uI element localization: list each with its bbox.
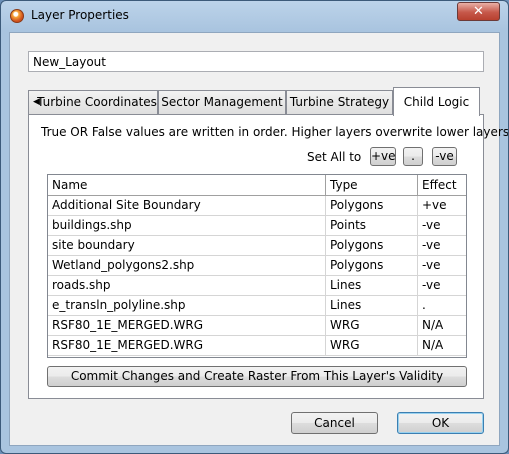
tab-child-logic[interactable]: Child Logic [393,87,480,116]
table-row[interactable]: e_transln_polyline.shp Lines. [48,296,466,316]
layer-type-cell: Points [326,216,418,235]
layer-name-cell: Wetland_polygons2.shp [48,256,326,275]
tab-turbine-strategy[interactable]: Turbine Strategy [286,90,393,115]
layer-name-cell: buildings.shp [48,216,326,235]
table-row[interactable]: RSF80_1E_MERGED.WRG WRG N/A [48,336,466,356]
table-header-row: Name Type Effect [48,175,466,196]
layer-name-cell: RSF80_1E_MERGED.WRG [48,336,326,355]
layer-effect-cell[interactable]: N/A [418,336,466,355]
layer-name-cell: site boundary [48,236,326,255]
layer-type-cell: Lines [326,276,418,295]
layout-name-input[interactable] [28,51,484,72]
table-row[interactable]: site boundary Polygons -ve [48,236,466,256]
layer-table: Name Type Effect Additional Site Boundar… [47,174,467,358]
layer-properties-window: Layer Properties ✕ ◀ Turbine Coordinates… [0,0,509,454]
set-all-label: Set All to [307,150,362,164]
close-button[interactable]: ✕ [457,2,500,21]
layer-name-cell: Additional Site Boundary [48,196,326,215]
table-row[interactable]: Wetland_polygons2.shp Polygons -ve [48,256,466,276]
tab-scroll-left-icon[interactable]: ◀ [33,91,40,114]
table-row[interactable]: buildings.shp Points -ve [48,216,466,236]
layer-effect-cell[interactable]: -ve [418,216,466,235]
tab-label: Turbine Strategy [289,95,390,109]
dialog-body: ◀ Turbine Coordinates Sector Management … [9,32,508,446]
tab-label: Sector Management [161,95,283,109]
child-logic-description: True OR False values are written in orde… [41,125,509,139]
commit-changes-button[interactable]: Commit Changes and Create Raster From Th… [47,366,467,387]
layer-effect-cell[interactable]: +ve [418,196,466,215]
layer-effect-cell[interactable]: -ve [418,236,466,255]
table-row[interactable]: RSF80_1E_MERGED.WRG WRG N/A [48,316,466,336]
layer-effect-cell[interactable]: -ve [418,256,466,275]
tab-label: Child Logic [403,95,470,109]
layer-type-cell: Polygons [326,256,418,275]
layer-type-cell: WRG [326,336,418,355]
layer-name-cell: RSF80_1E_MERGED.WRG [48,316,326,335]
cancel-button[interactable]: Cancel [291,412,378,434]
layer-effect-cell[interactable]: N/A [418,316,466,335]
layer-effect-cell[interactable]: -ve [418,276,466,295]
column-header-effect[interactable]: Effect [418,175,466,195]
child-logic-panel: True OR False values are written in orde… [28,114,508,399]
window-title: Layer Properties [31,8,129,22]
column-header-name[interactable]: Name [48,175,326,195]
set-all-negative-button[interactable]: -ve [432,147,457,166]
layer-name-cell: roads.shp [48,276,326,295]
layer-type-cell: WRG [326,316,418,335]
layer-type-cell: Lines [326,296,418,315]
table-row[interactable]: Additional Site Boundary Polygons +ve [48,196,466,216]
layer-effect-cell[interactable]: . [418,296,466,315]
column-header-type[interactable]: Type [326,175,418,195]
set-all-neutral-button[interactable]: . [403,147,423,166]
layer-type-cell: Polygons [326,236,418,255]
tab-turbine-coordinates[interactable]: ◀ Turbine Coordinates [28,90,158,115]
ok-button[interactable]: OK [397,412,484,434]
tab-label: Turbine Coordinates [37,95,157,109]
layer-type-cell: Polygons [326,196,418,215]
table-row[interactable]: roads.shp Lines -ve [48,276,466,296]
set-all-positive-button[interactable]: +ve [370,147,396,166]
tab-sector-management[interactable]: Sector Management [158,90,286,115]
title-bar[interactable]: Layer Properties ✕ [1,1,508,31]
layer-name-cell: e_transln_polyline.shp [48,296,326,315]
app-icon [10,9,24,23]
